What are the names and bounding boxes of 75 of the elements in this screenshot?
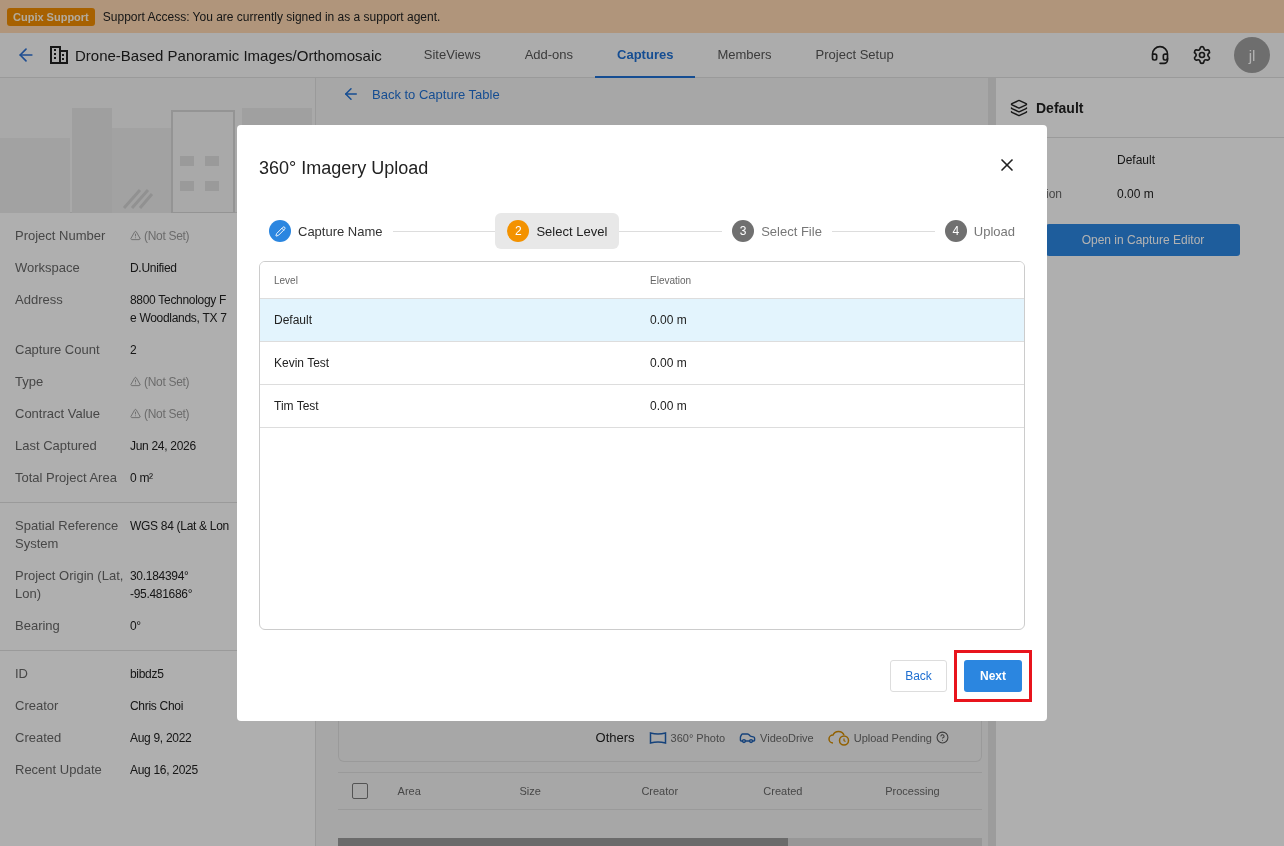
support-headset-icon[interactable]	[1150, 45, 1170, 65]
field-value: 0 m²	[130, 470, 153, 487]
column-header: Processing	[885, 785, 941, 797]
warning-icon	[130, 408, 141, 419]
nav-tab[interactable]: Project Setup	[793, 33, 916, 78]
field-label: ion	[1045, 186, 1063, 203]
field-label: Creator	[15, 697, 60, 715]
field-value: 0.00 m	[1117, 186, 1155, 203]
field-label: Project Number	[15, 227, 107, 245]
field-label: Last Captured	[15, 437, 98, 455]
column-header: Level	[274, 274, 299, 286]
horizontal-scrollbar[interactable]	[338, 838, 982, 846]
column-header: Creator	[641, 785, 680, 797]
wizard-step: Capture Name	[259, 213, 393, 249]
field-label: Capture Count	[15, 341, 101, 359]
project-title: Drone-Based Panoramic Images/Orthomosaic	[75, 46, 382, 64]
field-label: Type	[15, 373, 45, 391]
field-label: Project Origin (Lat, Lon)	[15, 567, 125, 603]
field-label: Address	[15, 291, 64, 309]
legend-title: Others	[595, 730, 635, 745]
field-value: 0°	[130, 618, 141, 635]
pencil-icon	[274, 225, 286, 237]
field-label: ID	[15, 665, 29, 683]
field-label: Bearing	[15, 617, 61, 635]
nav-tab[interactable]: Add-ons	[502, 33, 596, 78]
field-label: Created	[15, 729, 63, 747]
back-button[interactable]: Back	[890, 659, 947, 692]
field-value: Jun 24, 2026	[130, 438, 196, 455]
field-value: Default	[1117, 152, 1157, 169]
field-label: Recent Update	[15, 761, 103, 779]
warning-icon	[130, 230, 141, 241]
field-value: 8800 Technology F e Woodlands, TX 7	[130, 292, 227, 327]
nav-tab[interactable]: SiteViews	[401, 33, 503, 78]
field-label: Spatial Reference System	[15, 517, 120, 553]
column-header: Size	[519, 785, 542, 797]
field-value: D.Unified	[130, 260, 177, 277]
field-value: WGS 84 (Lat & Lon	[130, 518, 229, 535]
help-icon[interactable]	[936, 731, 949, 744]
field-value: (Not Set)	[130, 227, 190, 245]
field-value: Aug 16, 2025	[130, 762, 198, 779]
layers-icon	[1010, 98, 1028, 117]
level-title: Default	[1036, 99, 1084, 116]
wizard-step: 2 Select Level	[495, 213, 620, 249]
nav-tab[interactable]: Members	[695, 33, 794, 78]
legend-item: VideoDrive	[739, 729, 814, 746]
dialog-title: 360° Imagery Upload	[259, 158, 429, 179]
field-value: 30.184394° -95.481686°	[130, 568, 193, 603]
legend-item: 360° Photo	[648, 730, 726, 745]
level-row[interactable]: Default 0.00 m	[260, 299, 1024, 342]
field-label: Workspace	[15, 259, 81, 277]
column-header: Created	[763, 785, 804, 797]
open-capture-editor-button[interactable]: Open in Capture Editor	[1046, 224, 1240, 256]
field-value: (Not Set)	[130, 405, 190, 423]
next-button[interactable]: Next	[964, 659, 1022, 692]
wizard-step: 4 Upload	[934, 213, 1025, 249]
settings-icon[interactable]	[1192, 45, 1212, 65]
legend-item: Upload Pending	[827, 729, 949, 746]
support-badge: Cupix Support	[7, 7, 95, 26]
field-value: bibdz5	[130, 666, 164, 683]
column-header: Area	[397, 785, 422, 797]
column-header: Elevation	[650, 274, 693, 286]
field-value: (Not Set)	[130, 373, 190, 391]
field-value: Chris Choi	[130, 698, 184, 715]
field-label: Contract Value	[15, 405, 102, 423]
panorama-icon	[648, 730, 667, 745]
wizard-step: 3 Select File	[722, 213, 832, 249]
field-value: 2	[130, 342, 137, 359]
building-icon	[49, 45, 69, 65]
field-value: Aug 9, 2022	[130, 730, 192, 747]
cloud-clock-icon	[827, 729, 850, 746]
select-all-checkbox[interactable]	[352, 783, 368, 799]
back-link[interactable]: Back to Capture Table	[338, 79, 982, 109]
warning-icon	[130, 376, 141, 387]
banner-message: Support Access: You are currently signed in as a support agent.	[102, 9, 441, 24]
field-label: Total Project Area	[15, 469, 118, 487]
